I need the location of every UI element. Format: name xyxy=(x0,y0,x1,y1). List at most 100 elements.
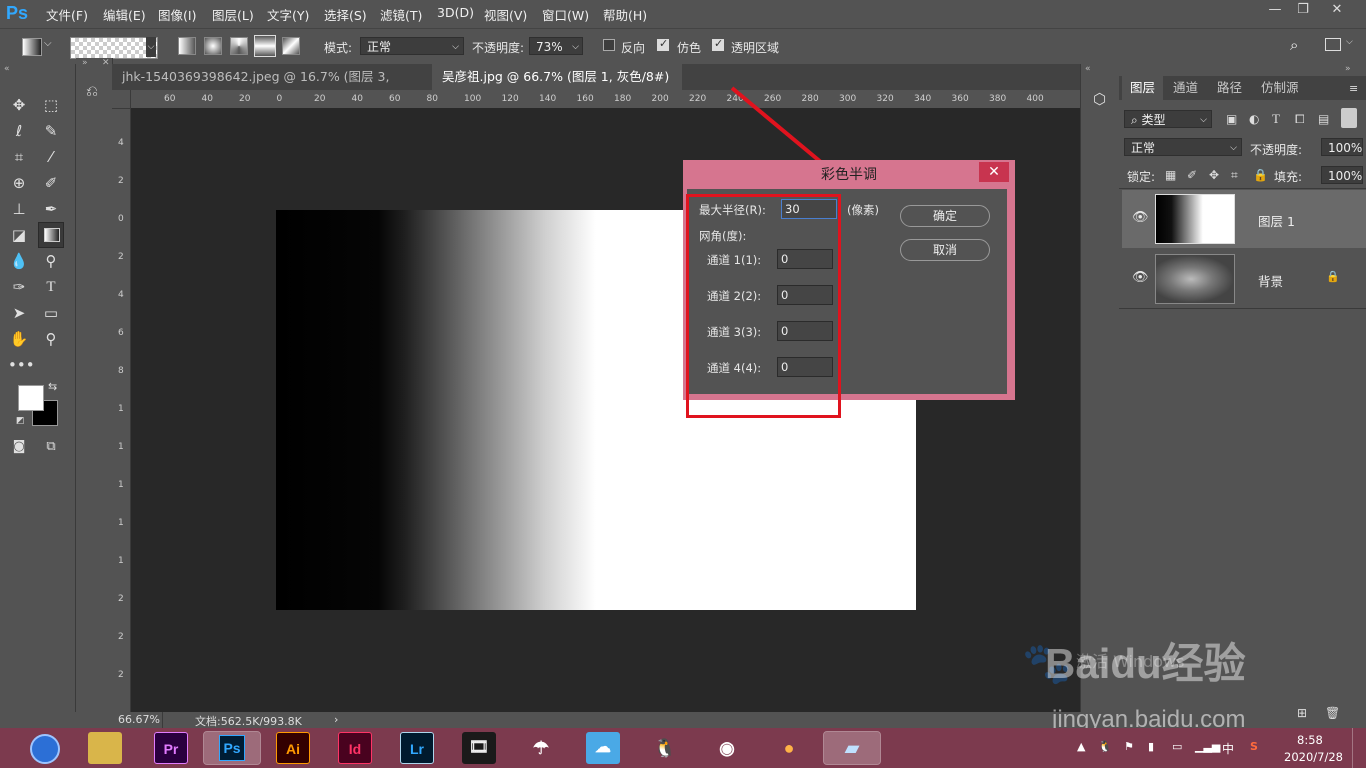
chrome-app-icon[interactable]: ◉ xyxy=(710,732,744,764)
sogou-tray-icon[interactable]: S xyxy=(1250,740,1258,753)
menu-layer[interactable]: 图层(L) xyxy=(212,5,254,24)
collapse-icon[interactable]: » xyxy=(1345,64,1351,74)
diamond-gradient-icon[interactable] xyxy=(282,37,300,55)
quick-select-tool-icon[interactable]: ✎ xyxy=(40,120,62,142)
healing-brush-tool-icon[interactable]: ⊕ xyxy=(8,172,30,194)
adjustment-filter-icon[interactable]: ◐ xyxy=(1249,112,1259,126)
eye-icon[interactable]: 👁 xyxy=(1132,270,1149,285)
media-app-icon[interactable]: ● xyxy=(772,732,806,764)
menu-type[interactable]: 文字(Y) xyxy=(267,5,309,24)
menu-select[interactable]: 选择(S) xyxy=(324,5,367,24)
zoom-tool-icon[interactable]: ⚲ xyxy=(40,328,62,350)
blend-mode-select[interactable]: 正常 ⌵ xyxy=(1124,138,1242,156)
foreground-color-swatch-top[interactable] xyxy=(18,385,44,411)
menu-view[interactable]: 视图(V) xyxy=(484,5,527,24)
indesign-app-icon[interactable]: Id xyxy=(338,732,372,764)
dodge-tool-icon[interactable]: ⚲ xyxy=(40,250,62,272)
notes-app-icon[interactable]: ▰ xyxy=(823,731,881,765)
mode-select[interactable]: 正常 ⌵ xyxy=(360,37,464,55)
tab-channels[interactable]: 通道 xyxy=(1165,76,1206,100)
eye-icon[interactable]: 👁 xyxy=(1132,210,1149,225)
zoom-level[interactable]: 66.67% xyxy=(118,713,160,726)
chevron-down-icon[interactable]: ⌵ xyxy=(44,38,52,49)
minimize-icon[interactable]: — xyxy=(1260,0,1290,22)
menu-3d[interactable]: 3D(D) xyxy=(437,5,474,20)
signal-tray-icon[interactable]: ▁▃▅ xyxy=(1195,740,1220,753)
ok-button[interactable]: 确定 xyxy=(900,205,990,227)
pixel-filter-icon[interactable]: ▣ xyxy=(1226,112,1237,126)
shape-filter-icon[interactable]: ⧠ xyxy=(1295,112,1305,127)
qq-app-icon[interactable]: 🐧 xyxy=(648,732,682,764)
video-app-icon[interactable]: 🎞 xyxy=(462,732,496,764)
marquee-tool-icon[interactable]: ⬚ xyxy=(40,94,62,116)
file-explorer-icon[interactable] xyxy=(88,732,122,764)
restore-icon[interactable]: ❐ xyxy=(1288,0,1318,22)
dither-checkbox[interactable] xyxy=(657,37,669,51)
new-layer-icon[interactable]: ⊞ xyxy=(1297,706,1307,720)
3d-panel-icon[interactable]: ⬡ xyxy=(1093,90,1106,108)
linear-gradient-icon[interactable] xyxy=(178,37,196,55)
eraser-tool-icon[interactable]: ◪ xyxy=(8,224,30,246)
qq-tray-icon[interactable]: 🐧 xyxy=(1098,740,1112,753)
dialog-close-icon[interactable]: ✕ xyxy=(979,162,1009,182)
clock-date[interactable]: 2020/7/28 xyxy=(1284,750,1343,764)
chevron-right-icon[interactable]: › xyxy=(334,713,338,726)
layer-row-layer1[interactable]: 👁 图层 1 xyxy=(1122,190,1366,248)
angle-gradient-icon[interactable] xyxy=(230,37,248,55)
path-select-tool-icon[interactable]: ➤ xyxy=(8,302,30,324)
reverse-checkbox[interactable] xyxy=(603,39,615,51)
collapse-icon[interactable]: « xyxy=(4,64,10,74)
ime-indicator[interactable]: 中 xyxy=(1222,740,1234,757)
search-icon[interactable]: ⌕ xyxy=(1290,36,1298,54)
tab-paths[interactable]: 路径 xyxy=(1209,76,1250,100)
layer-opacity-input[interactable]: 100% xyxy=(1321,138,1363,156)
tab-jhk[interactable]: jhk-1540369398642.jpeg @ 16.7% (图层 3, RG… xyxy=(112,64,430,110)
screen-mode-icon[interactable]: ⧉ xyxy=(40,436,62,458)
fill-input[interactable]: 100% xyxy=(1321,166,1363,184)
chevron-down-icon[interactable]: ⌵ xyxy=(1346,37,1353,47)
lock-artboard-icon[interactable]: ⌗ xyxy=(1231,168,1238,183)
close-window-icon[interactable]: ✕ xyxy=(1322,0,1352,22)
trash-icon[interactable]: 🗑 xyxy=(1325,706,1340,720)
type-tool-icon[interactable]: T xyxy=(40,276,62,298)
eyedropper-tool-icon[interactable]: ⁄ xyxy=(40,146,62,168)
brush-tool-icon[interactable]: ✐ xyxy=(40,172,62,194)
expand-icon[interactable]: » xyxy=(82,58,88,68)
gradient-picker-dropdown-icon[interactable]: ⌵ xyxy=(146,37,156,57)
lock-all-icon[interactable]: 🔒 xyxy=(1253,168,1268,182)
lightroom-app-icon[interactable]: Lr xyxy=(400,732,434,764)
lock-pixels-icon[interactable]: ✐ xyxy=(1187,168,1197,182)
show-desktop-button[interactable] xyxy=(1352,728,1366,768)
menu-window[interactable]: 窗口(W) xyxy=(542,5,589,24)
crop-tool-icon[interactable]: ⌗ xyxy=(8,146,30,168)
clone-stamp-tool-icon[interactable]: ⊥ xyxy=(8,198,30,220)
gradient-tool-preset-icon[interactable] xyxy=(22,38,42,56)
lock-position-icon[interactable]: ✥ xyxy=(1209,168,1219,182)
move-tool-icon[interactable]: ✥ xyxy=(8,94,30,116)
tab-clone-source[interactable]: 仿制源 xyxy=(1253,76,1307,100)
layer-row-background[interactable]: 👁 背景 🔒 xyxy=(1122,250,1366,308)
umbrella-app-icon[interactable]: ☂ xyxy=(524,732,558,764)
menu-image[interactable]: 图像(I) xyxy=(158,5,196,24)
lasso-tool-icon[interactable]: ℓ xyxy=(8,120,30,142)
cloud-app-icon[interactable]: ☁ xyxy=(586,732,620,764)
close-icon[interactable]: ✕ xyxy=(102,58,110,68)
radial-gradient-icon[interactable] xyxy=(204,37,222,55)
photoshop-app-button[interactable]: Ps xyxy=(203,731,261,765)
swap-colors-icon[interactable]: ⇆ xyxy=(48,380,57,393)
panel-menu-icon[interactable]: ≡ xyxy=(1349,82,1358,95)
workspace-icon[interactable] xyxy=(1325,38,1341,51)
gradient-tool-icon[interactable] xyxy=(38,222,64,248)
rectangle-tool-icon[interactable]: ▭ xyxy=(40,302,62,324)
lock-transparent-icon[interactable]: ▦ xyxy=(1165,168,1176,182)
tab-layers[interactable]: 图层 xyxy=(1122,76,1164,100)
clock-time[interactable]: 8:58 xyxy=(1297,733,1323,747)
type-filter-icon[interactable]: T xyxy=(1272,111,1280,127)
transparency-checkbox[interactable] xyxy=(712,37,724,51)
flag-tray-icon[interactable]: ⚑ xyxy=(1124,740,1134,753)
menu-filter[interactable]: 滤镜(T) xyxy=(380,5,422,24)
menu-help[interactable]: 帮助(H) xyxy=(603,5,647,24)
more-tools-icon[interactable]: ••• xyxy=(8,354,35,376)
network-tray-icon[interactable]: ▭ xyxy=(1172,740,1182,753)
history-brush-tool-icon[interactable]: ✒ xyxy=(40,198,62,220)
